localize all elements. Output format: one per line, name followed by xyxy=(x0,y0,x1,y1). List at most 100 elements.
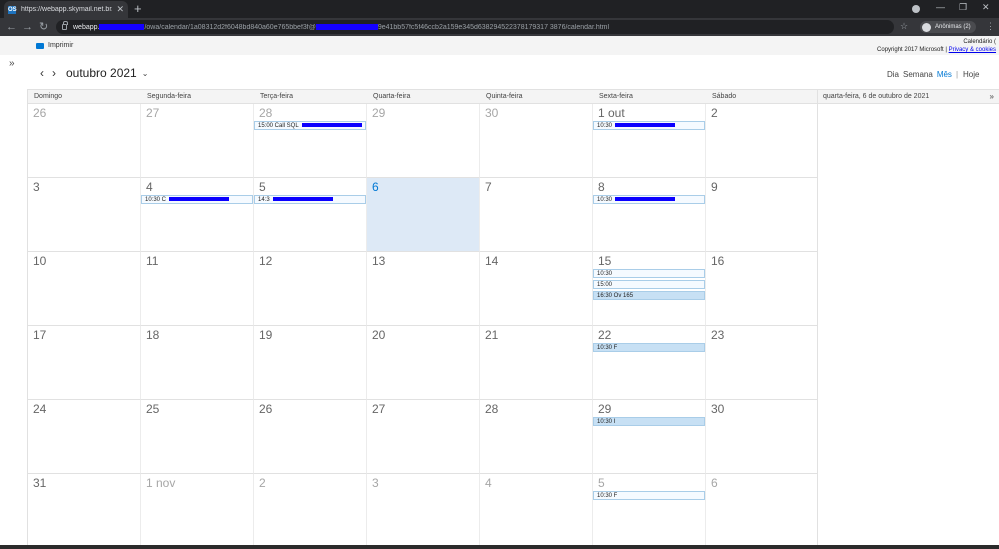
day-number[interactable]: 1 nov xyxy=(146,476,175,490)
calendar-event[interactable]: 10:30 xyxy=(593,269,705,278)
back-icon[interactable]: ← xyxy=(6,20,17,34)
close-window-icon[interactable]: ✕ xyxy=(982,2,990,13)
day-cell[interactable]: 28 xyxy=(480,400,593,474)
day-cell[interactable]: 27 xyxy=(367,400,480,474)
day-number[interactable]: 24 xyxy=(33,402,46,416)
day-cell[interactable]: 16 xyxy=(706,252,818,326)
day-cell[interactable]: 18 xyxy=(141,326,254,400)
day-cell[interactable]: 9 xyxy=(706,178,818,252)
day-number[interactable]: 7 xyxy=(485,180,492,194)
day-number[interactable]: 14 xyxy=(485,254,498,268)
day-number[interactable]: 13 xyxy=(372,254,385,268)
calendar-event[interactable]: 14:3 xyxy=(254,195,366,204)
day-cell[interactable]: 10 xyxy=(28,252,141,326)
chevron-down-icon[interactable]: ⌄ xyxy=(142,69,149,78)
day-cell[interactable]: 7 xyxy=(480,178,593,252)
today-button[interactable]: Hoje xyxy=(963,70,979,79)
day-number[interactable]: 15 xyxy=(598,254,611,268)
day-number[interactable]: 6 xyxy=(711,476,718,490)
view-day-button[interactable]: Dia xyxy=(887,70,899,79)
lock-icon[interactable] xyxy=(62,21,68,30)
day-number[interactable]: 29 xyxy=(372,106,385,120)
calendar-event[interactable]: 10:30 F xyxy=(593,491,705,500)
day-cell[interactable]: 25 xyxy=(141,400,254,474)
day-cell[interactable]: 6 xyxy=(706,474,818,548)
day-cell[interactable]: 26 xyxy=(28,104,141,178)
day-cell[interactable]: 3 xyxy=(367,474,480,548)
day-number[interactable]: 23 xyxy=(711,328,724,342)
day-number[interactable]: 19 xyxy=(259,328,272,342)
browser-menu-icon[interactable]: ⋮ xyxy=(986,21,995,32)
day-cell[interactable]: 27 xyxy=(141,104,254,178)
day-number[interactable]: 27 xyxy=(146,106,159,120)
print-button[interactable]: Imprimir xyxy=(36,42,73,49)
close-tab-icon[interactable]: ✕ xyxy=(116,4,124,15)
calendar-event[interactable]: 10:30 xyxy=(593,195,705,204)
day-cell[interactable]: 15 10:30 15:00 16:30 Ov 165 xyxy=(593,252,706,326)
day-number[interactable]: 2 xyxy=(711,106,718,120)
day-cell[interactable]: 20 xyxy=(367,326,480,400)
calendar-event[interactable]: 10:30 C xyxy=(141,195,253,204)
day-cell[interactable]: 29 xyxy=(367,104,480,178)
calendar-event[interactable]: 10:30 F xyxy=(593,343,705,352)
address-bar[interactable]: webapp. /owa/calendar/1a08312d2f6048bd84… xyxy=(56,20,894,34)
new-tab-button[interactable]: + xyxy=(134,1,142,17)
day-number[interactable]: 17 xyxy=(33,328,46,342)
bookmark-star-icon[interactable]: ☆ xyxy=(900,21,908,32)
day-cell[interactable]: 4 xyxy=(480,474,593,548)
day-number[interactable]: 28 xyxy=(485,402,498,416)
expand-agenda-icon[interactable]: » xyxy=(990,92,994,101)
day-number[interactable]: 9 xyxy=(711,180,718,194)
day-number[interactable]: 4 xyxy=(146,180,153,194)
day-number[interactable]: 25 xyxy=(146,402,159,416)
calendar-event[interactable]: 15:00 xyxy=(593,280,705,289)
day-cell[interactable]: 4 10:30 C xyxy=(141,178,254,252)
day-number[interactable]: 3 xyxy=(372,476,379,490)
day-number[interactable]: 5 xyxy=(598,476,605,490)
day-number[interactable]: 2 xyxy=(259,476,266,490)
privacy-link[interactable]: Privacy & cookies xyxy=(949,47,996,53)
day-cell[interactable]: 1 out 10:30 xyxy=(593,104,706,178)
next-month-icon[interactable]: › xyxy=(52,66,56,80)
day-number[interactable]: 16 xyxy=(711,254,724,268)
day-cell[interactable]: 5 14:3 xyxy=(254,178,367,252)
incognito-profile-button[interactable]: Anônimas (2) xyxy=(920,21,976,33)
day-cell[interactable]: 11 xyxy=(141,252,254,326)
day-number[interactable]: 20 xyxy=(372,328,385,342)
day-cell[interactable]: 23 xyxy=(706,326,818,400)
view-week-button[interactable]: Semana xyxy=(903,70,933,79)
day-number[interactable]: 12 xyxy=(259,254,272,268)
day-number[interactable]: 26 xyxy=(33,106,46,120)
day-number[interactable]: 29 xyxy=(598,402,611,416)
view-month-button[interactable]: Mês xyxy=(937,70,952,79)
day-number[interactable]: 1 out xyxy=(598,106,625,120)
calendar-event[interactable]: 10:30 xyxy=(593,121,705,130)
expand-folders-icon[interactable]: » xyxy=(9,58,15,69)
day-cell[interactable]: 3 xyxy=(28,178,141,252)
day-number[interactable]: 21 xyxy=(485,328,498,342)
day-number[interactable]: 30 xyxy=(485,106,498,120)
day-cell[interactable]: 6 xyxy=(367,178,480,252)
day-cell[interactable]: 24 xyxy=(28,400,141,474)
day-cell[interactable]: 26 xyxy=(254,400,367,474)
day-cell[interactable]: 12 xyxy=(254,252,367,326)
day-number[interactable]: 5 xyxy=(259,180,266,194)
calendar-event[interactable]: 16:30 Ov 165 xyxy=(593,291,705,300)
day-cell[interactable]: 19 xyxy=(254,326,367,400)
day-cell[interactable]: 2 xyxy=(254,474,367,548)
calendar-event[interactable]: 15:00 Call SQL xyxy=(254,121,366,130)
day-number[interactable]: 26 xyxy=(259,402,272,416)
previous-month-icon[interactable]: ‹ xyxy=(40,66,44,80)
day-cell[interactable]: 1 nov xyxy=(141,474,254,548)
day-cell[interactable]: 30 xyxy=(706,400,818,474)
day-cell[interactable]: 21 xyxy=(480,326,593,400)
day-number[interactable]: 4 xyxy=(485,476,492,490)
day-cell[interactable]: 28 15:00 Call SQL xyxy=(254,104,367,178)
day-cell[interactable]: 2 xyxy=(706,104,818,178)
day-cell[interactable]: 8 10:30 xyxy=(593,178,706,252)
day-number[interactable]: 8 xyxy=(598,180,605,194)
day-cell[interactable]: 14 xyxy=(480,252,593,326)
day-number[interactable]: 6 xyxy=(372,180,379,194)
profile-dot-icon[interactable] xyxy=(912,5,920,13)
restore-icon[interactable]: ❐ xyxy=(959,2,967,13)
